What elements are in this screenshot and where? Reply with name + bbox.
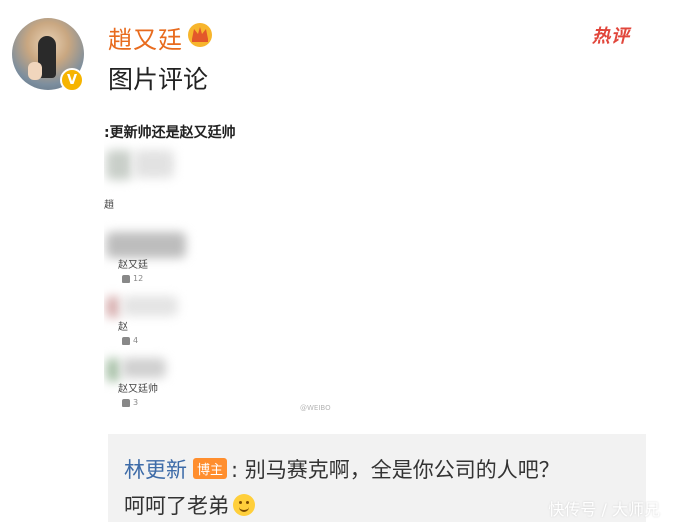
like-count: 4 <box>122 336 138 345</box>
thumb-icon <box>122 336 130 345</box>
blurred-avatar <box>122 296 178 316</box>
comment-name: 赵 <box>118 322 128 333</box>
reply-text-continued: 呵呵了老弟 <box>124 494 229 518</box>
blurred-avatar <box>106 150 132 180</box>
reply-text: : 别马赛克啊，全是你公司的人吧？ <box>231 458 560 482</box>
comment-name: 赵又廷帅 <box>118 384 158 395</box>
like-count: 12 <box>122 274 143 283</box>
username[interactable]: 趙又廷 <box>108 20 183 55</box>
post-text: 图片评论 <box>108 65 209 94</box>
avatar-hand <box>28 62 42 80</box>
comment-name: 趙 <box>104 200 114 211</box>
smile-emoji-icon <box>233 494 255 516</box>
reply-second-line: 呵呵了老弟 <box>124 490 255 520</box>
blurred-avatar <box>106 358 120 382</box>
reply-first-line: 林更新 博主: 别马赛克啊，全是你公司的人吧？ <box>124 454 560 484</box>
blurred-avatar <box>106 296 120 318</box>
source-watermark: 快传号 / 大师兄 <box>548 500 660 519</box>
reply-author[interactable]: 林更新 <box>124 458 187 482</box>
screenshot-title: :更新帅还是赵又廷帅 <box>104 125 236 141</box>
blurred-avatar <box>122 358 166 378</box>
comment-screenshot-image[interactable]: :更新帅还是赵又廷帅 趙 赵又廷 12 赵 4 赵又廷帅 3 @WEIBO <box>104 112 344 422</box>
screenshot-watermark: @WEIBO <box>300 404 331 412</box>
blogger-badge: 博主 <box>193 458 228 479</box>
like-count: 3 <box>122 398 138 407</box>
blurred-avatar <box>134 150 174 178</box>
hot-comment-badge: 热评 <box>588 20 640 47</box>
comment-name: 赵又廷 <box>118 260 148 271</box>
hot-label: 热评 <box>592 26 630 47</box>
blurred-avatar <box>106 232 186 258</box>
crown-icon <box>188 23 212 47</box>
verified-icon: V <box>60 68 84 92</box>
thumb-icon <box>122 274 130 283</box>
thumb-icon <box>122 398 130 407</box>
